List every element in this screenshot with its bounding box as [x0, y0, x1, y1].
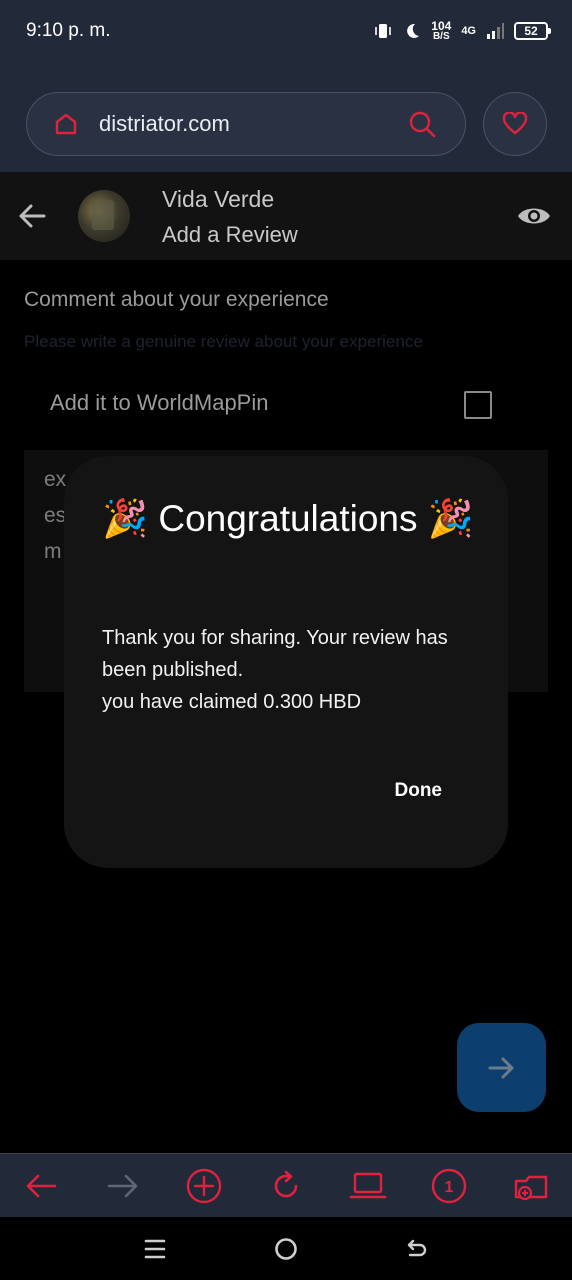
done-button[interactable]: Done	[395, 780, 443, 802]
moon-icon	[407, 23, 420, 38]
heart-icon	[502, 112, 528, 135]
home-icon	[275, 1237, 297, 1260]
toolbar-new-tab-button[interactable]	[174, 1156, 234, 1216]
favorite-button[interactable]	[483, 92, 547, 156]
net-speed-unit: B/S	[432, 31, 450, 42]
comment-hint: Please write a genuine review about your…	[24, 332, 423, 351]
battery-icon: 52	[514, 22, 551, 40]
worldmappin-label: Add it to WorldMapPin	[50, 390, 269, 415]
address-bar[interactable]: distriator.com	[26, 92, 466, 156]
submit-fab-button[interactable]	[457, 1023, 546, 1112]
browser-toolbar: 1	[0, 1153, 572, 1217]
toolbar-reload-button[interactable]	[256, 1156, 316, 1216]
desktop-icon	[349, 1172, 386, 1198]
congratulations-dialog: 🎉 Congratulations 🎉 Thank you for sharin…	[64, 456, 508, 868]
signal-icon	[487, 23, 504, 39]
vibrate-icon	[375, 24, 392, 38]
eye-icon[interactable]	[516, 202, 552, 230]
worldmappin-checkbox[interactable]	[464, 391, 492, 419]
back-icon	[407, 1239, 426, 1256]
app-header: Vida Verde Add a Review	[0, 172, 572, 260]
page-subtitle: Add a Review	[162, 222, 298, 247]
system-back-button[interactable]	[397, 1229, 437, 1269]
system-navigation-bar	[0, 1217, 572, 1280]
dialog-message: Thank you for sharing. Your review has b…	[102, 622, 482, 718]
status-time: 9:10 p. m.	[26, 20, 111, 41]
network-type: 4G	[461, 25, 476, 37]
search-icon[interactable]	[407, 109, 437, 139]
arrow-right-icon	[488, 1057, 513, 1078]
toolbar-tabs-button[interactable]: 1	[419, 1156, 479, 1216]
toolbar-tab-groups-button[interactable]	[501, 1156, 561, 1216]
dialog-message-line: you have claimed 0.300 HBD	[102, 691, 362, 713]
tab-count: 1	[445, 1179, 454, 1196]
tab-count-icon: 1	[432, 1168, 467, 1203]
status-icons: 104 B/S 4G 52	[373, 18, 551, 44]
toolbar-desktop-button[interactable]	[338, 1156, 398, 1216]
net-speed: 104 B/S	[431, 20, 451, 42]
status-bar: 9:10 p. m. 104 B/S 4G 52	[0, 0, 572, 64]
add-tab-icon	[187, 1168, 222, 1203]
recents-icon	[145, 1239, 166, 1258]
home-icon[interactable]	[53, 111, 79, 137]
tabs-folder-icon	[514, 1175, 548, 1200]
url-text[interactable]: distriator.com	[99, 111, 230, 137]
dialog-title: 🎉 Congratulations 🎉	[102, 498, 474, 539]
back-arrow-icon	[26, 1174, 57, 1197]
reload-icon	[274, 1170, 298, 1197]
toolbar-back-button[interactable]	[11, 1156, 71, 1216]
dialog-message-line: Thank you for sharing. Your review has b…	[102, 627, 448, 681]
toolbar-forward-button[interactable]	[93, 1156, 153, 1216]
back-arrow-icon[interactable]	[16, 200, 48, 232]
recents-button[interactable]	[135, 1229, 175, 1269]
textarea-line: m	[44, 540, 62, 563]
forward-arrow-icon	[107, 1174, 137, 1197]
home-button[interactable]	[266, 1229, 306, 1269]
business-avatar	[78, 190, 130, 242]
comment-label: Comment about your experience	[24, 288, 329, 311]
textarea-line: es	[44, 504, 67, 527]
textarea-line: ex	[44, 468, 67, 491]
browser-bar: distriator.com	[0, 64, 572, 172]
business-name: Vida Verde	[162, 186, 275, 212]
